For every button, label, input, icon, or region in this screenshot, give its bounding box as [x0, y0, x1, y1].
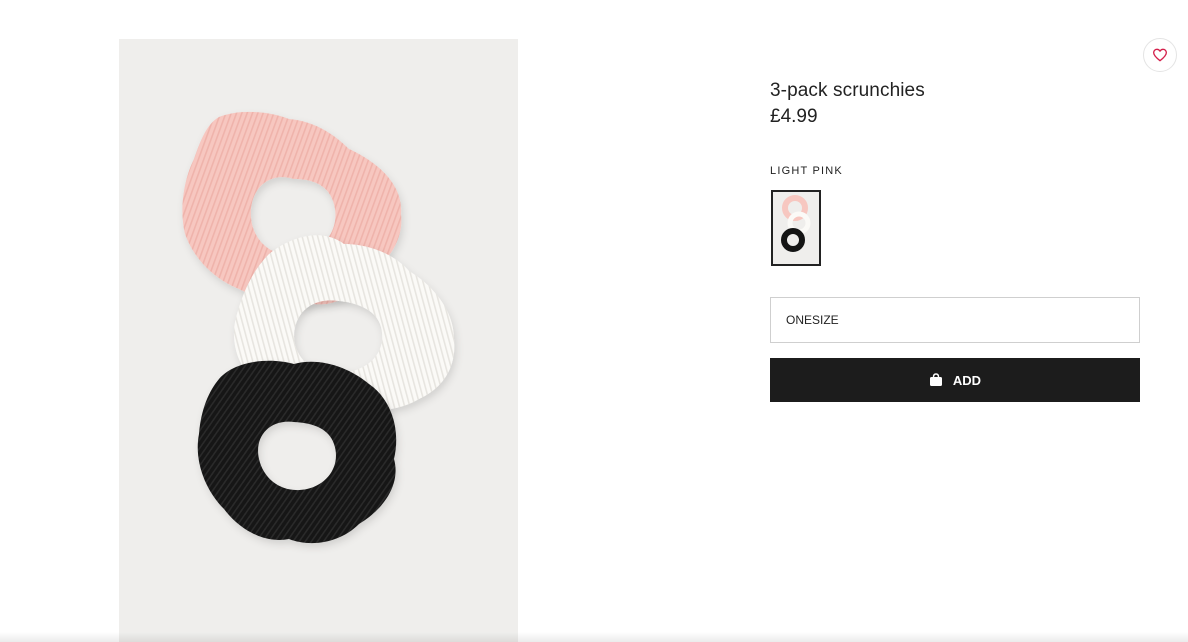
- size-selector[interactable]: ONESIZE: [770, 297, 1140, 343]
- size-value: ONESIZE: [786, 313, 839, 327]
- scrunchies-illustration: [182, 111, 455, 544]
- heart-icon: [1153, 48, 1167, 62]
- color-label: LIGHT PINK: [770, 165, 843, 177]
- product-image[interactable]: [119, 39, 518, 642]
- black-scrunchie: [197, 360, 397, 544]
- scrunchie-swatch-icon: [781, 195, 811, 252]
- add-button-label: ADD: [952, 372, 982, 388]
- favorite-button[interactable]: [1143, 38, 1177, 72]
- product-page: 3-pack scrunchies £4.99 LIGHT PINK ONESI…: [0, 0, 1188, 642]
- shopping-bag-icon: [929, 373, 943, 387]
- add-to-bag-button[interactable]: ADD: [770, 358, 1140, 402]
- color-swatch-light-pink[interactable]: [771, 190, 821, 266]
- page-bottom-edge: [0, 632, 1188, 642]
- product-title: 3-pack scrunchies: [770, 80, 925, 101]
- product-price: £4.99: [770, 106, 818, 127]
